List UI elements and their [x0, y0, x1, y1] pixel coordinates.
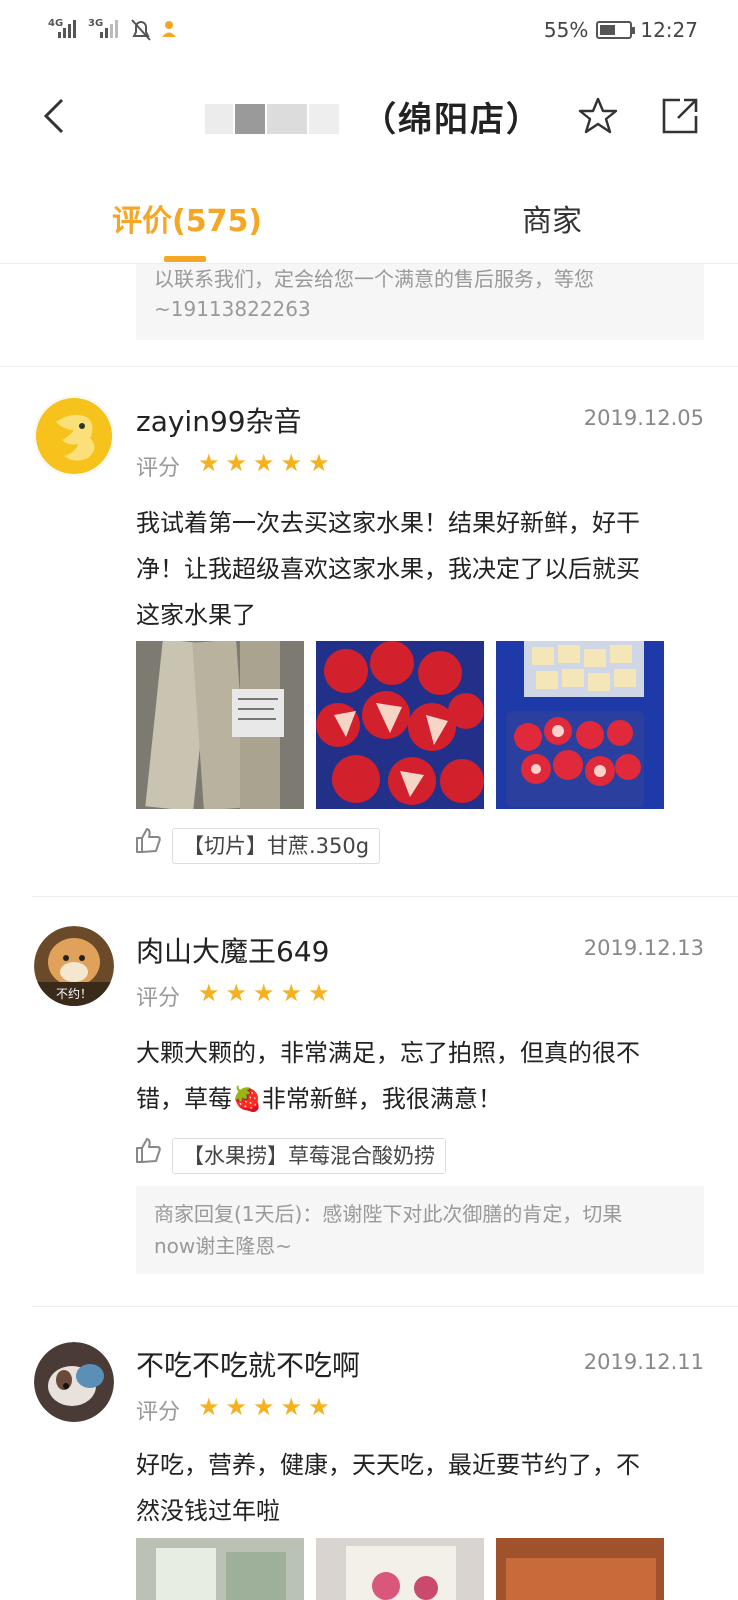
tab-bar: 评价(575) 商家	[0, 172, 738, 264]
review-photo[interactable]	[496, 641, 664, 809]
merchant-reply: 商家回复(1天后)：感谢陛下对此次御膳的肯定，切果 now谢主隆恩~	[136, 1186, 704, 1274]
review-text-line: 大颗大颗的，非常满足，忘了拍照，但真的很不	[136, 1039, 640, 1067]
merchant-reply: 以联系我们，定会给您一个满意的售后服务，等您 ~19113822263	[136, 264, 704, 340]
battery-percent: 55%	[543, 18, 589, 42]
shop-title: （绵阳店）	[362, 100, 542, 140]
star-icon: ★	[198, 1393, 220, 1421]
star-icon: ★	[308, 449, 330, 477]
tab-reviews[interactable]: 评价(575)	[112, 196, 262, 240]
star-outline-icon[interactable]	[578, 96, 618, 136]
active-tab-indicator	[164, 256, 206, 262]
back-arrow-icon[interactable]	[40, 96, 70, 136]
review-photo[interactable]	[316, 641, 484, 809]
review-photo[interactable]	[496, 1538, 664, 1600]
review-date: 2019.12.05	[583, 406, 704, 430]
review-photo[interactable]	[136, 1538, 304, 1600]
review-date: 2019.12.13	[583, 936, 704, 960]
star-icon: ★	[253, 1393, 275, 1421]
star-icon: ★	[280, 449, 303, 477]
rating-stars: ★ ★ ★ ★ ★	[198, 980, 330, 1006]
star-icon: ★	[225, 449, 248, 477]
product-tag[interactable]: 【水果捞】草莓混合酸奶捞	[172, 1138, 446, 1174]
thumbs-up-icon[interactable]	[134, 1136, 162, 1164]
review-text: 我试着第一次去买这家水果！结果好新鲜，好干 净！让我超级喜欢这家水果，我决定了以…	[136, 500, 706, 638]
reply-line: ~19113822263	[154, 297, 311, 321]
review-text-line: 错，草莓🍓非常新鲜，我很满意！	[136, 1085, 502, 1113]
review-text: 大颗大颗的，非常满足，忘了拍照，但真的很不 错，草莓🍓非常新鲜，我很满意！	[136, 1030, 706, 1122]
avatar[interactable]	[34, 396, 114, 476]
review-text-line: 我试着第一次去买这家水果！结果好新鲜，好干	[136, 509, 640, 537]
thumbs-up-icon[interactable]	[134, 826, 162, 854]
avatar[interactable]: 不约！	[34, 926, 114, 1006]
reply-line: 商家回复(1天后)：感谢陛下对此次御膳的肯定，切果	[154, 1202, 623, 1226]
star-icon: ★	[198, 979, 220, 1007]
rating-label: 评分	[136, 1400, 181, 1425]
reply-line: 以联系我们，定会给您一个满意的售后服务，等您	[154, 267, 594, 291]
clock: 12:27	[640, 18, 698, 42]
share-icon[interactable]	[660, 96, 700, 136]
notification-icon	[162, 21, 176, 37]
star-icon: ★	[308, 979, 330, 1007]
review-text-line: 好吃，营养，健康，天天吃，最近要节约了，不	[136, 1451, 640, 1479]
review-photos	[136, 641, 664, 809]
divider	[32, 1306, 738, 1307]
reviewer-name: 肉山大魔王649	[136, 935, 330, 968]
review-text: 好吃，营养，健康，天天吃，最近要节约了，不 然没钱过年啦	[136, 1442, 706, 1534]
status-bar: 4G 3G 55% 12:27	[0, 0, 738, 62]
avatar-caption: 不约！	[56, 986, 92, 1001]
blurred-shop-name	[205, 100, 345, 134]
star-icon: ★	[253, 449, 275, 477]
review-date: 2019.12.11	[583, 1350, 704, 1374]
divider	[0, 366, 738, 367]
avatar[interactable]	[34, 1342, 114, 1422]
battery-icon	[596, 21, 636, 39]
mute-bell-icon	[131, 19, 151, 41]
product-tag[interactable]: 【切片】甘蔗.350g	[172, 828, 381, 864]
app-header: （绵阳店）	[0, 62, 738, 172]
star-icon: ★	[280, 979, 303, 1007]
reply-line: now谢主隆恩~	[154, 1234, 293, 1258]
review-photo[interactable]	[136, 641, 304, 809]
rating-label: 评分	[136, 456, 181, 481]
star-icon: ★	[225, 1393, 248, 1421]
rating-stars: ★ ★ ★ ★ ★	[198, 450, 330, 476]
review-photo[interactable]	[316, 1538, 484, 1600]
rating-label: 评分	[136, 986, 181, 1011]
reviewer-name: 不吃不吃就不吃啊	[136, 1349, 361, 1382]
tab-merchant[interactable]: 商家	[522, 196, 582, 240]
divider	[32, 896, 738, 897]
review-text-line: 这家水果了	[136, 601, 256, 629]
status-right: 55% 12:27	[544, 18, 698, 42]
review-text-line: 然没钱过年啦	[136, 1497, 280, 1525]
star-icon: ★	[253, 979, 275, 1007]
star-icon: ★	[198, 449, 220, 477]
review-photos	[136, 1538, 664, 1600]
star-icon: ★	[308, 1393, 330, 1421]
star-icon: ★	[225, 979, 248, 1007]
signal-icon	[58, 20, 76, 38]
rating-stars: ★ ★ ★ ★ ★	[198, 1394, 330, 1420]
review-text-line: 净！让我超级喜欢这家水果，我决定了以后就买	[136, 555, 640, 583]
star-icon: ★	[280, 1393, 303, 1421]
signal-icon-2	[100, 20, 118, 38]
reviewer-name: zayin99杂音	[136, 405, 302, 438]
